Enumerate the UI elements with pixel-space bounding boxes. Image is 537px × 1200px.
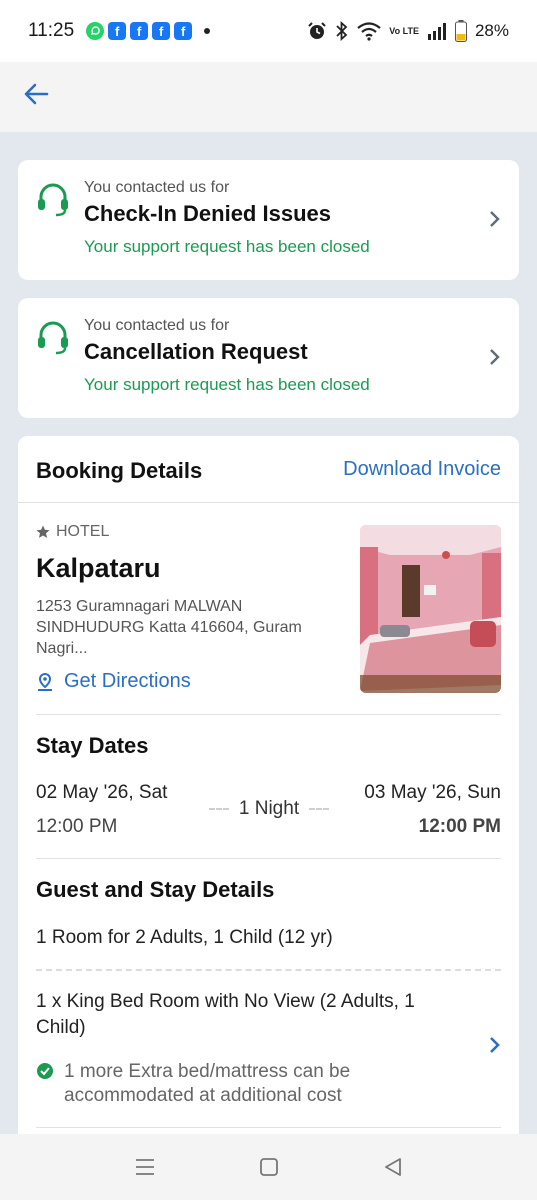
bluetooth-icon [335, 21, 349, 41]
property-type-label: HOTEL [56, 523, 110, 540]
arrow-left-icon [24, 83, 49, 105]
download-invoice-link[interactable]: Download Invoice [343, 458, 501, 481]
volte-indicator: Vo LTE [389, 25, 419, 36]
nights-count: 1 Night [204, 798, 334, 820]
star-icon [36, 525, 50, 538]
signal-icon [427, 22, 447, 40]
back-button[interactable] [18, 76, 54, 112]
checkout-time: 12:00 PM [418, 816, 501, 837]
recents-button[interactable] [133, 1155, 157, 1179]
back-triangle-icon [384, 1158, 401, 1176]
notification-icons: f f f f [86, 22, 211, 40]
status-bar: 11:25 f f f f Vo LTE 28% [0, 0, 537, 62]
extra-bed-text: 1 more Extra bed/mattress can be accommo… [64, 1061, 351, 1106]
facebook-icon: f [152, 22, 171, 40]
battery-percentage: 28% [474, 21, 509, 40]
app-bar [0, 62, 537, 132]
nights-label: 1 Night [238, 798, 300, 819]
section-divider [36, 1127, 501, 1128]
booking-title: Booking Details [36, 458, 203, 483]
checkout-date: 03 May '26, Sun [364, 782, 501, 803]
home-button[interactable] [257, 1155, 281, 1179]
support-request-card[interactable]: You contacted us for Check-In Denied Iss… [18, 160, 519, 280]
headset-icon [36, 182, 70, 223]
support-subtitle: You contacted us for [84, 179, 230, 196]
checkin-time: 12:00 PM [36, 816, 118, 837]
get-directions-label: Get Directions [64, 670, 191, 692]
battery-icon [454, 20, 467, 42]
stay-dates-title: Stay Dates [36, 733, 149, 758]
support-title: Check-In Denied Issues [84, 201, 331, 226]
status-time: 11:25 [28, 20, 75, 41]
whatsapp-icon [86, 22, 105, 40]
wifi-icon [357, 21, 381, 41]
property-type: HOTEL [36, 523, 109, 541]
menu-lines-icon [135, 1159, 154, 1175]
system-nav-bar [0, 1134, 537, 1200]
location-pin-icon [38, 672, 52, 691]
chevron-right-icon [489, 348, 501, 371]
get-directions-link[interactable]: Get Directions [36, 670, 191, 693]
more-notifications-dot [204, 28, 211, 34]
hotel-name: Kalpataru [36, 553, 161, 583]
support-status: Your support request has been closed [84, 375, 370, 394]
hotel-photo[interactable] [360, 525, 501, 693]
facebook-icon: f [108, 22, 127, 40]
section-divider [36, 858, 501, 859]
facebook-icon: f [130, 22, 149, 40]
back-nav-button[interactable] [381, 1155, 405, 1179]
support-status: Your support request has been closed [84, 237, 370, 256]
room-type[interactable]: 1 x King Bed Room with No View (2 Adults… [36, 989, 466, 1041]
checkin-date: 02 May '26, Sat [36, 782, 168, 803]
support-request-card[interactable]: You contacted us for Cancellation Reques… [18, 298, 519, 418]
dashed-divider [36, 969, 501, 971]
chevron-right-icon [489, 210, 501, 233]
guest-details-title: Guest and Stay Details [36, 877, 275, 902]
home-square-icon [259, 1158, 278, 1176]
support-subtitle: You contacted us for [84, 317, 230, 334]
alarm-icon [307, 21, 327, 41]
facebook-icon: f [174, 22, 193, 40]
chevron-right-icon[interactable] [489, 1036, 501, 1059]
hotel-address: 1253 Guramnagari MALWAN SINDHUDURG Katta… [36, 598, 302, 657]
section-divider [36, 714, 501, 715]
extra-bed-note: 1 more Extra bed/mattress can be accommo… [36, 1060, 476, 1108]
check-circle-icon [37, 1063, 53, 1079]
booking-header: Booking Details Download Invoice [18, 436, 519, 503]
dash-separator [309, 808, 330, 810]
support-title: Cancellation Request [84, 339, 308, 364]
room-summary: 1 Room for 2 Adults, 1 Child (12 yr) [36, 927, 333, 948]
headset-icon [36, 320, 70, 361]
booking-details-card: Booking Details Download Invoice HOTEL K… [18, 436, 519, 1196]
dash-separator [208, 808, 229, 810]
